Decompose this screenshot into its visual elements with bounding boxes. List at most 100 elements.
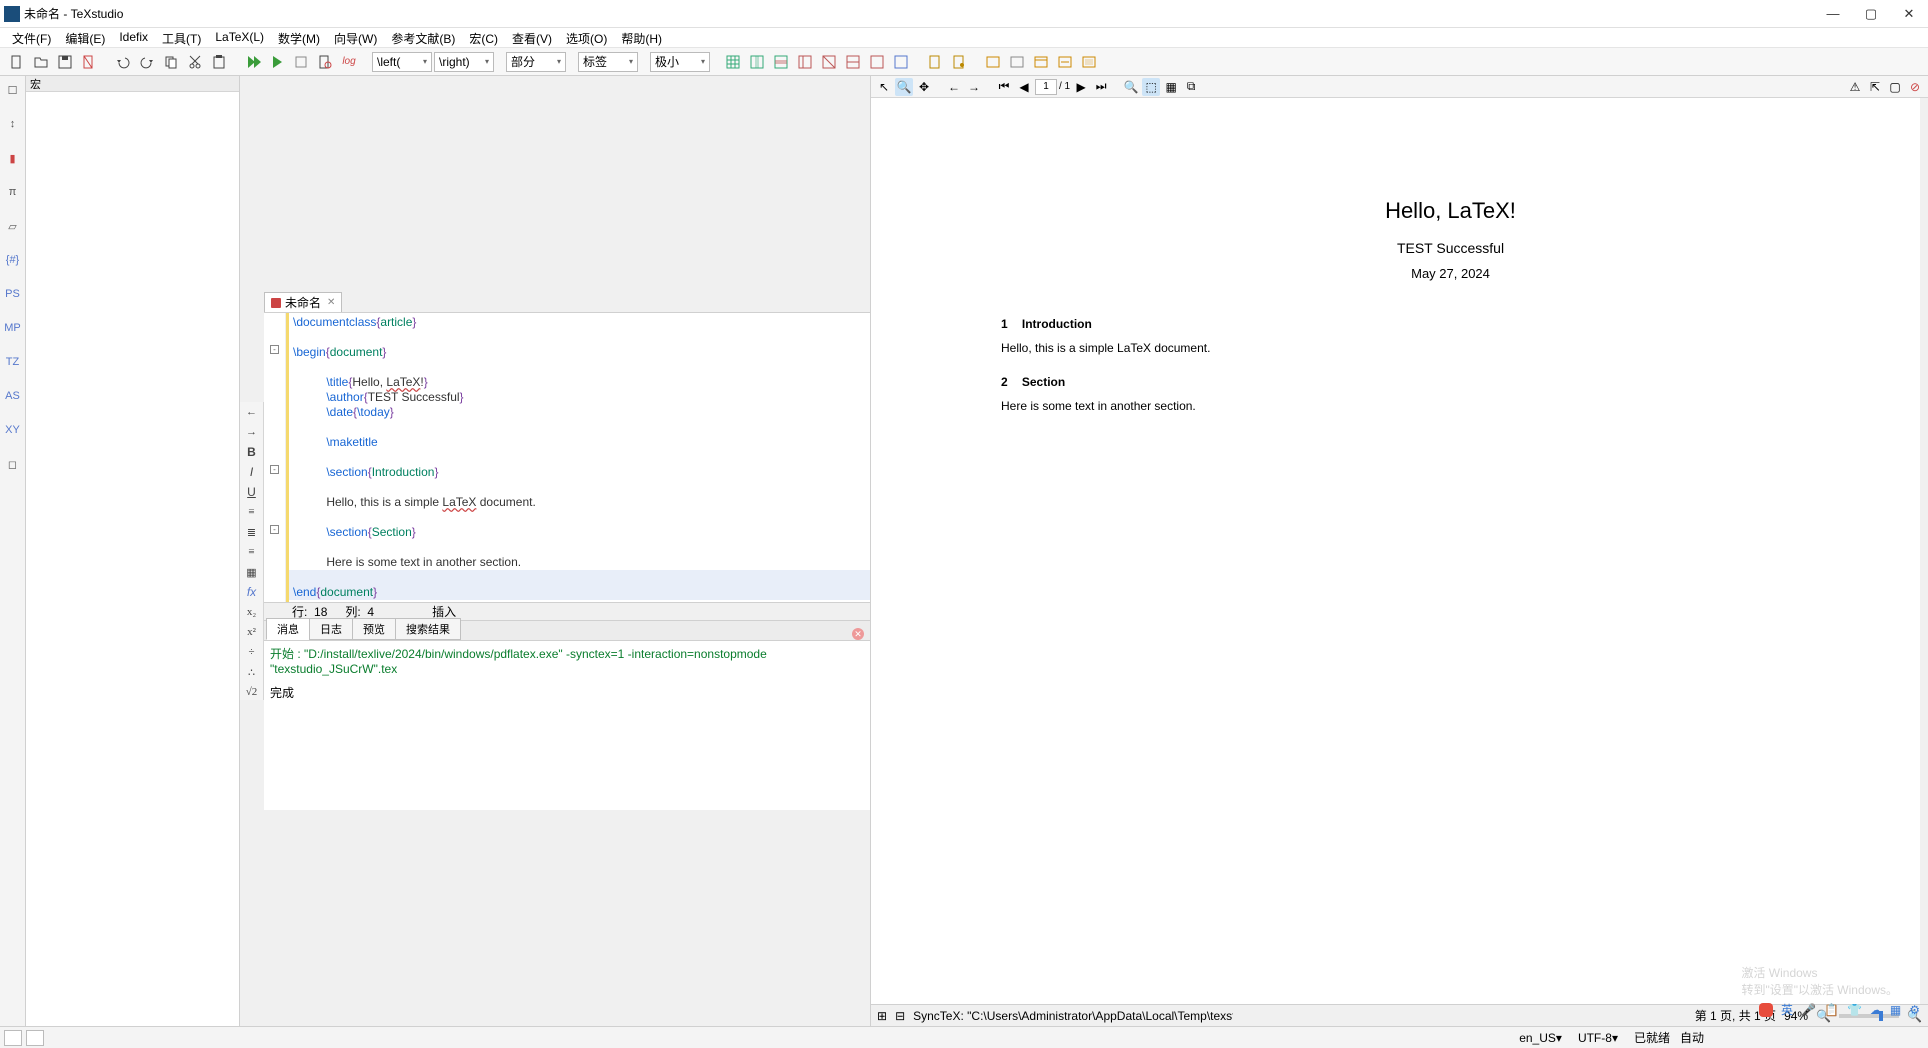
tray-icon[interactable]: ☁: [1870, 1003, 1882, 1017]
menu-options[interactable]: 选项(O): [560, 28, 613, 47]
table-row-icon[interactable]: [770, 51, 792, 73]
ime-indicator[interactable]: 英: [1781, 1001, 1793, 1018]
leftbar-item[interactable]: TZ: [3, 352, 23, 372]
menu-file[interactable]: 文件(F): [6, 28, 57, 47]
table-add-col-icon[interactable]: [794, 51, 816, 73]
pdf-page[interactable]: Hello, LaTeX! TEST Successful May 27, 20…: [871, 98, 1928, 1004]
close-panel-icon[interactable]: ✕: [852, 628, 864, 640]
copy-icon[interactable]: [160, 51, 182, 73]
superscript-icon[interactable]: x²: [243, 624, 261, 640]
menu-view[interactable]: 查看(V): [506, 28, 558, 47]
menu-bib[interactable]: 参考文献(B): [385, 28, 461, 47]
paste-icon[interactable]: [208, 51, 230, 73]
tray-icon[interactable]: [1759, 1003, 1773, 1017]
tab-log[interactable]: 日志: [309, 618, 353, 640]
window-icon[interactable]: ▢: [1886, 78, 1904, 96]
fit-page-icon[interactable]: ▦: [1162, 78, 1180, 96]
label-combo[interactable]: 标签▾: [578, 52, 638, 72]
leftbar-item[interactable]: XY: [3, 420, 23, 440]
menu-math[interactable]: 数学(M): [272, 28, 326, 47]
leftbar-item[interactable]: ▮: [3, 148, 23, 168]
table-del-col-icon[interactable]: [818, 51, 840, 73]
tab-messages[interactable]: 消息: [266, 618, 310, 640]
menu-edit[interactable]: 编辑(E): [59, 28, 111, 47]
gutter-arrow-left-icon[interactable]: ←: [243, 404, 261, 420]
last-page-icon[interactable]: ⏭: [1092, 78, 1110, 96]
tray-icon[interactable]: ▦: [1890, 1003, 1901, 1017]
sqrt-icon[interactable]: √2: [243, 684, 261, 700]
leftbar-item[interactable]: π: [3, 182, 23, 202]
minimize-button[interactable]: —: [1826, 6, 1840, 22]
box4-icon[interactable]: [1054, 51, 1076, 73]
cursor-icon[interactable]: ↖: [875, 78, 893, 96]
table-icon[interactable]: [722, 51, 744, 73]
table-col-icon[interactable]: [746, 51, 768, 73]
menu-latex[interactable]: LaTeX(L): [209, 28, 270, 47]
right-delim-combo[interactable]: \right)▾: [434, 52, 494, 72]
compile-icon[interactable]: [266, 51, 288, 73]
tray-icon[interactable]: 🎤: [1801, 1003, 1816, 1017]
leftbar-item[interactable]: AS: [3, 386, 23, 406]
next-icon[interactable]: →: [965, 78, 983, 96]
bold-icon[interactable]: B: [243, 444, 261, 460]
fold-marker-icon[interactable]: -: [270, 345, 279, 354]
fit-width-icon[interactable]: ⬚: [1142, 78, 1160, 96]
tray-icon[interactable]: ⚙: [1909, 1003, 1920, 1017]
align-center-icon[interactable]: ≣: [243, 524, 261, 540]
tab-close-icon[interactable]: ✕: [327, 297, 335, 308]
frac-icon[interactable]: ÷: [243, 644, 261, 660]
italic-icon[interactable]: I: [243, 464, 261, 480]
table-del-row-icon[interactable]: [866, 51, 888, 73]
left-delim-combo[interactable]: \left(▾: [372, 52, 432, 72]
view-pdf-icon[interactable]: [314, 51, 336, 73]
align-right-icon[interactable]: ≡: [243, 544, 261, 560]
document-tab[interactable]: 未命名 ✕: [264, 292, 342, 312]
underline-icon[interactable]: U: [243, 484, 261, 500]
encoding-status[interactable]: UTF-8: [1578, 1031, 1612, 1045]
leftbar-item[interactable]: PS: [3, 284, 23, 304]
panel-toggle2-icon[interactable]: [26, 1030, 44, 1046]
leftbar-item[interactable]: ◻: [3, 454, 23, 474]
gutter-arrow-right-icon[interactable]: →: [243, 424, 261, 440]
box3-icon[interactable]: [1030, 51, 1052, 73]
undo-icon[interactable]: [112, 51, 134, 73]
box1-icon[interactable]: [982, 51, 1004, 73]
fold-marker-icon[interactable]: -: [270, 525, 279, 534]
panel-toggle-icon[interactable]: [4, 1030, 22, 1046]
fx-icon[interactable]: fx: [243, 584, 261, 600]
tray-icon[interactable]: 👕: [1847, 1003, 1862, 1017]
next-page-icon[interactable]: ▶: [1072, 78, 1090, 96]
menu-tools[interactable]: 工具(T): [156, 28, 207, 47]
first-page-icon[interactable]: ⏮: [995, 78, 1013, 96]
leftbar-item[interactable]: {#}: [3, 250, 23, 270]
code-editor[interactable]: - - - \documentclass{article} \begin{doc…: [264, 313, 870, 602]
magnify-icon[interactable]: 🔍: [895, 78, 913, 96]
stop-icon[interactable]: [290, 51, 312, 73]
auto-status[interactable]: 自动: [1680, 1029, 1704, 1046]
pdf2-icon[interactable]: [948, 51, 970, 73]
eject-icon[interactable]: ⇱: [1866, 78, 1884, 96]
pdf-icon[interactable]: [924, 51, 946, 73]
section-combo[interactable]: 部分▾: [506, 52, 566, 72]
tab-search[interactable]: 搜索结果: [395, 618, 461, 640]
prev-icon[interactable]: ←: [945, 78, 963, 96]
close-button[interactable]: ✕: [1902, 6, 1916, 22]
fold-marker-icon[interactable]: -: [270, 465, 279, 474]
prev-page-icon[interactable]: ◀: [1015, 78, 1033, 96]
cut-icon[interactable]: [184, 51, 206, 73]
box2-icon[interactable]: [1006, 51, 1028, 73]
menu-wizard[interactable]: 向导(W): [328, 28, 383, 47]
close-preview-icon[interactable]: ⊘: [1906, 78, 1924, 96]
menu-idefix[interactable]: Idefix: [113, 28, 154, 47]
subscript-icon[interactable]: x₂: [243, 604, 261, 620]
save-icon[interactable]: [54, 51, 76, 73]
leftbar-item[interactable]: ↕: [3, 114, 23, 134]
table-add-row-icon[interactable]: [842, 51, 864, 73]
external-icon[interactable]: ⧉: [1182, 78, 1200, 96]
warn-icon[interactable]: ⚠: [1846, 78, 1864, 96]
maximize-button[interactable]: ▢: [1864, 6, 1878, 22]
lang-status[interactable]: en_US: [1519, 1031, 1556, 1045]
menu-macro[interactable]: 宏(C): [463, 28, 504, 47]
grid-icon[interactable]: ▦: [243, 564, 261, 580]
menu-help[interactable]: 帮助(H): [615, 28, 668, 47]
